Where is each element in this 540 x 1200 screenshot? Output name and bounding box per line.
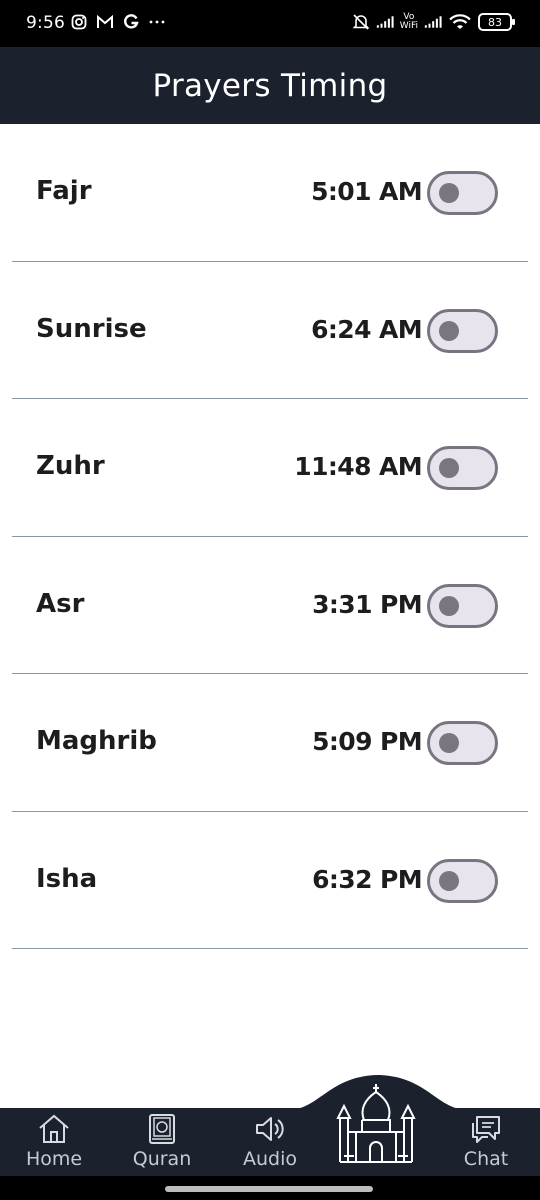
prayer-time: 11:48 AM bbox=[294, 452, 422, 481]
nav-center-bump bbox=[290, 1075, 466, 1112]
prayer-alarm-toggle[interactable] bbox=[427, 446, 498, 490]
google-icon bbox=[122, 11, 140, 33]
nav-chat-label: Chat bbox=[463, 1148, 509, 1170]
prayer-row-fajr: Fajr 5:01 AM bbox=[12, 124, 528, 262]
gesture-handle[interactable] bbox=[165, 1186, 373, 1192]
status-time: 9:56 bbox=[26, 13, 65, 33]
prayer-name: Zuhr bbox=[36, 451, 105, 481]
toggle-knob bbox=[439, 183, 459, 203]
signal-icon-2 bbox=[424, 11, 442, 33]
prayer-alarm-toggle[interactable] bbox=[427, 583, 498, 628]
more-dots-icon bbox=[148, 11, 166, 33]
toggle-knob bbox=[439, 733, 459, 753]
prayer-row-zuhr: Zuhr 11:48 AM bbox=[12, 399, 528, 537]
battery-indicator: 83 bbox=[478, 13, 515, 31]
prayer-time: 5:09 PM bbox=[312, 727, 422, 756]
nav-home-label: Home bbox=[25, 1148, 83, 1170]
prayer-time: 6:32 PM bbox=[312, 864, 422, 894]
prayer-row-isha: Isha 6:32 PM bbox=[12, 812, 528, 949]
wifi-icon bbox=[448, 11, 472, 33]
bell-muted-icon bbox=[352, 11, 370, 33]
prayer-row-maghrib: Maghrib 5:09 PM bbox=[12, 674, 528, 812]
prayer-list: Fajr 5:01 AM Sunrise 6:24 AM Zuhr 11:48 … bbox=[0, 124, 540, 949]
prayer-alarm-toggle[interactable] bbox=[427, 721, 498, 765]
prayer-name: Sunrise bbox=[36, 313, 147, 344]
prayer-name: Maghrib bbox=[36, 726, 157, 756]
speaker-icon bbox=[252, 1112, 288, 1146]
status-notification-icons bbox=[70, 11, 166, 33]
signal-icon bbox=[376, 11, 394, 33]
toggle-knob bbox=[439, 595, 459, 616]
prayer-time: 6:24 AM bbox=[311, 314, 423, 344]
nav-quran[interactable]: Quran bbox=[128, 1110, 196, 1170]
page-title: Prayers Timing bbox=[152, 67, 388, 104]
quran-icon bbox=[144, 1112, 180, 1146]
toggle-knob bbox=[439, 458, 459, 478]
prayer-time: 5:01 AM bbox=[311, 177, 423, 206]
prayer-name: Asr bbox=[36, 588, 85, 619]
chat-icon bbox=[468, 1112, 504, 1146]
toggle-knob bbox=[439, 870, 459, 891]
nav-audio-label: Audio bbox=[242, 1148, 297, 1170]
nav-chat[interactable]: Chat bbox=[456, 1110, 516, 1170]
status-bar: 9:56 Vo WiFi 83 bbox=[0, 0, 540, 47]
prayer-row-asr: Asr 3:31 PM bbox=[12, 537, 528, 674]
prayer-name: Fajr bbox=[36, 176, 92, 206]
prayer-alarm-toggle[interactable] bbox=[427, 858, 498, 903]
instagram-icon bbox=[70, 11, 88, 33]
toggle-knob bbox=[439, 320, 459, 341]
prayer-alarm-toggle[interactable] bbox=[427, 308, 498, 353]
status-system-icons: Vo WiFi 83 bbox=[352, 11, 515, 33]
mosque-icon[interactable] bbox=[336, 1082, 416, 1166]
app-header: Prayers Timing bbox=[0, 47, 540, 124]
prayer-time: 3:31 PM bbox=[312, 589, 422, 619]
vowifi-bottom-text: WiFi bbox=[399, 21, 418, 31]
vowifi-indicator: Vo WiFi bbox=[400, 13, 418, 31]
nav-home[interactable]: Home bbox=[22, 1110, 86, 1170]
prayer-alarm-toggle[interactable] bbox=[427, 171, 498, 215]
home-icon bbox=[36, 1112, 72, 1146]
nav-audio[interactable]: Audio bbox=[238, 1110, 302, 1170]
gmail-icon bbox=[96, 11, 114, 33]
prayer-row-sunrise: Sunrise 6:24 AM bbox=[12, 262, 528, 399]
prayer-name: Isha bbox=[36, 863, 98, 894]
nav-quran-label: Quran bbox=[132, 1148, 192, 1170]
